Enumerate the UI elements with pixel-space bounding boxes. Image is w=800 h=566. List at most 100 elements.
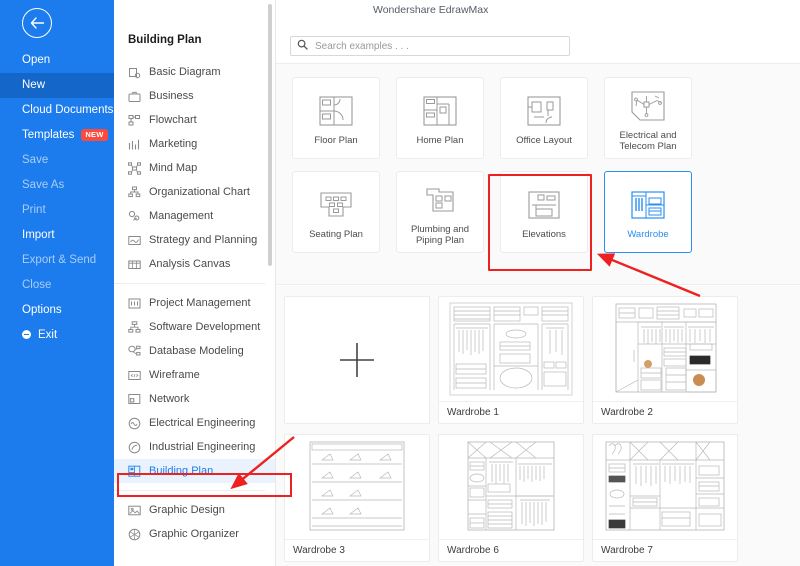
category-item-label: Marketing <box>149 138 198 150</box>
industrial-engineering-icon <box>128 441 149 454</box>
sidebar-item-save[interactable]: Save <box>0 148 114 173</box>
template-card-label: Wardrobe 6 <box>439 539 583 561</box>
search-input[interactable] <box>313 39 569 53</box>
category-item-label: Flowchart <box>149 114 197 126</box>
sidebar-item-label: Cloud Documents <box>22 104 114 116</box>
type-card-plumbing-and-piping-plan[interactable]: Plumbing and Piping Plan <box>396 171 484 253</box>
category-item-wireframe[interactable]: Wireframe <box>114 363 275 387</box>
sidebar-item-label: Print <box>22 204 46 216</box>
category-item-industrial-engineering[interactable]: Industrial Engineering <box>114 435 275 459</box>
template-card-wardrobe-7[interactable]: Wardrobe 7 <box>592 434 738 562</box>
category-item-strategy-and-planning[interactable]: Strategy and Planning <box>114 228 275 252</box>
category-item-label: Building Plan <box>149 465 214 477</box>
type-card-home-plan[interactable]: Home Plan <box>396 77 484 159</box>
type-card-electrical-and-telecom-plan[interactable]: Electrical and Telecom Plan <box>604 77 692 159</box>
sidebar-item-label: Open <box>22 54 51 66</box>
business-icon <box>128 90 149 103</box>
category-item-label: Management <box>149 210 214 222</box>
search-box[interactable] <box>290 36 570 56</box>
sidebar-item-label: Export & Send <box>22 254 97 266</box>
plus-icon <box>340 343 374 377</box>
blank-template-thumbnail <box>285 297 429 423</box>
category-divider <box>114 283 265 284</box>
category-item-label: Industrial Engineering <box>149 441 256 453</box>
template-thumbnail <box>593 435 737 539</box>
category-item-label: Network <box>149 393 190 405</box>
type-card-wardrobe[interactable]: Wardrobe <box>604 171 692 253</box>
sidebar-item-save-as[interactable]: Save As <box>0 173 114 198</box>
flowchart-icon <box>128 114 149 127</box>
category-item-business[interactable]: Business <box>114 84 275 108</box>
electrical-engineering-icon <box>128 417 149 430</box>
sidebar-item-exit[interactable]: Exit <box>0 323 114 348</box>
sidebar-item-label: New <box>22 79 46 91</box>
seating-plan-icon <box>318 184 354 226</box>
org-chart-icon <box>128 186 149 199</box>
basic-diagram-icon <box>128 66 149 79</box>
category-item-label: Business <box>149 90 194 102</box>
category-item-analysis-canvas[interactable]: Analysis Canvas <box>114 252 275 276</box>
category-item-building-plan[interactable]: Building Plan <box>114 459 275 483</box>
category-item-graphic-design[interactable]: Graphic Design <box>114 498 275 522</box>
network-icon <box>128 393 149 406</box>
sidebar-item-label: Close <box>22 279 52 291</box>
category-item-label: Organizational Chart <box>149 186 250 198</box>
template-thumbnail <box>439 297 583 401</box>
category-item-organizational-chart[interactable]: Organizational Chart <box>114 180 275 204</box>
sidebar-item-close[interactable]: Close <box>0 273 114 298</box>
type-card-label: Electrical and Telecom Plan <box>619 129 677 152</box>
sidebar-item-new[interactable]: New <box>0 73 114 98</box>
page-title: Building Plan <box>128 34 202 46</box>
category-item-marketing[interactable]: Marketing <box>114 132 275 156</box>
new-badge: NEW <box>81 128 108 141</box>
category-item-graphic-organizer[interactable]: Graphic Organizer <box>114 522 275 546</box>
category-item-label: Mind Map <box>149 162 198 174</box>
plumbing-piping-plan-icon <box>422 179 458 221</box>
sidebar-item-export-and-send[interactable]: Export & Send <box>0 248 114 273</box>
template-card-wardrobe-1[interactable]: Wardrobe 1 <box>438 296 584 424</box>
sidebar-item-cloud-documents[interactable]: Cloud Documents <box>0 98 114 123</box>
floor-plan-icon <box>318 90 354 132</box>
sidebar-item-options[interactable]: Options <box>0 298 114 323</box>
sidebar-item-label: Save <box>22 154 49 166</box>
category-item-database-modeling[interactable]: Database Modeling <box>114 339 275 363</box>
template-thumbnail <box>285 435 429 539</box>
back-arrow-icon[interactable] <box>22 8 52 38</box>
sidebar-item-open[interactable]: Open <box>0 48 114 73</box>
category-item-label: Analysis Canvas <box>149 258 231 270</box>
category-item-network[interactable]: Network <box>114 387 275 411</box>
electrical-telecom-plan-icon <box>630 85 666 127</box>
type-card-seating-plan[interactable]: Seating Plan <box>292 171 380 253</box>
category-item-flowchart[interactable]: Flowchart <box>114 108 275 132</box>
sidebar-item-print[interactable]: Print <box>0 198 114 223</box>
software-development-icon <box>128 320 149 334</box>
template-card-wardrobe-2[interactable]: Wardrobe 2 <box>592 296 738 424</box>
category-item-label: Basic Diagram <box>149 66 221 78</box>
type-card-elevations[interactable]: Elevations <box>500 171 588 253</box>
type-card-label: Floor Plan <box>314 135 358 146</box>
type-card-floor-plan[interactable]: Floor Plan <box>292 77 380 159</box>
type-card-office-layout[interactable]: Office Layout <box>500 77 588 159</box>
category-scrollbar[interactable] <box>268 4 272 266</box>
template-card-wardrobe-3[interactable]: Wardrobe 3 <box>284 434 430 562</box>
sidebar-item-label: Exit <box>38 329 58 341</box>
category-item-software-development[interactable]: Software Development <box>114 315 275 339</box>
template-card-wardrobe-6[interactable]: Wardrobe 6 <box>438 434 584 562</box>
category-item-basic-diagram[interactable]: Basic Diagram <box>114 60 275 84</box>
category-item-mind-map[interactable]: Mind Map <box>114 156 275 180</box>
template-card-label: Wardrobe 3 <box>285 539 429 561</box>
category-item-label: Electrical Engineering <box>149 417 256 429</box>
category-item-label: Software Development <box>149 321 261 333</box>
category-item-electrical-engineering[interactable]: Electrical Engineering <box>114 411 275 435</box>
sidebar-menu: Open New Cloud Documents Templates NEW Sa… <box>0 48 114 348</box>
category-item-label: Wireframe <box>149 369 200 381</box>
database-modeling-icon <box>128 345 149 358</box>
template-card-blank[interactable] <box>284 296 430 424</box>
template-thumbnail <box>593 297 737 401</box>
category-item-project-management[interactable]: Project Management <box>114 291 275 315</box>
category-item-management[interactable]: Management <box>114 204 275 228</box>
template-thumbnail <box>439 435 583 539</box>
graphic-design-icon <box>128 504 149 517</box>
sidebar-item-templates[interactable]: Templates NEW <box>0 123 114 148</box>
sidebar-item-import[interactable]: Import <box>0 223 114 248</box>
